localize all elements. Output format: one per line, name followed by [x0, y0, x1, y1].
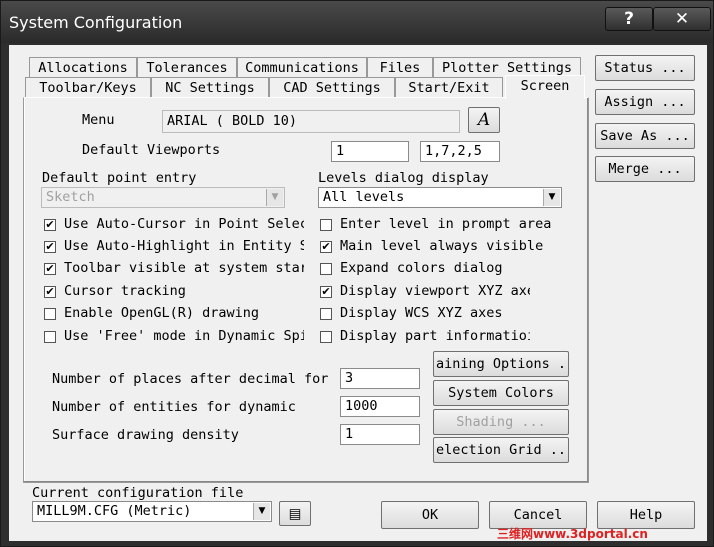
cursor-tracking-label: Cursor tracking	[64, 283, 186, 299]
title-bar[interactable]: System Configuration ? ✕	[1, 1, 713, 43]
chevron-down-icon[interactable]: ▼	[543, 189, 560, 206]
toolbar-visible-label: Toolbar visible at system star	[64, 260, 304, 276]
surface-density-input[interactable]: 1	[340, 424, 420, 445]
wcs-axes-label: Display WCS XYZ axes	[340, 305, 503, 321]
tab-allocations[interactable]: Allocations	[29, 57, 137, 77]
help-title-button[interactable]: ?	[605, 7, 653, 31]
system-colors-button[interactable]: System Colors ...	[433, 380, 569, 406]
chevron-down-icon: ▼	[266, 189, 283, 206]
training-options-button[interactable]: aining Options .	[433, 351, 569, 377]
opengl-checkbox[interactable]	[44, 308, 56, 320]
tab-start-exit[interactable]: Start/Exit	[395, 77, 503, 97]
main-level-label: Main level always visible	[340, 238, 544, 254]
part-info-label: Display part informatioi	[340, 328, 530, 344]
auto-highlight-checkbox[interactable]: ✔	[44, 241, 56, 253]
levels-dialog-select[interactable]: All levels ▼	[318, 187, 562, 208]
part-info-checkbox[interactable]	[320, 331, 332, 343]
merge-button[interactable]: Merge ...	[595, 156, 695, 182]
chevron-down-icon[interactable]: ▼	[253, 503, 270, 520]
tab-nc-settings[interactable]: NC Settings	[151, 77, 269, 97]
system-configuration-window: System Configuration ? ✕ Allocations Tol…	[0, 0, 714, 547]
tab-plotter-settings[interactable]: Plotter Settings	[433, 57, 581, 77]
auto-cursor-label: Use Auto-Cursor in Point Selec	[64, 216, 304, 232]
viewports-list-input[interactable]: 1,7,2,5	[420, 141, 500, 162]
tab-tolerances[interactable]: Tolerances	[137, 57, 237, 77]
decimal-places-label: Number of places after decimal for	[52, 371, 329, 387]
config-file-browse-button[interactable]: ▤	[279, 501, 311, 526]
tab-communications[interactable]: Communications	[237, 57, 367, 77]
shading-button: Shading ...	[433, 409, 569, 435]
config-file-label: Current configuration file	[32, 485, 244, 501]
viewport-axes-checkbox[interactable]: ✔	[320, 286, 332, 298]
default-viewports-label: Default Viewports	[82, 142, 221, 158]
ok-button[interactable]: OK	[381, 501, 479, 529]
opengl-label: Enable OpenGL(R) drawing	[64, 305, 260, 321]
window-title: System Configuration	[9, 13, 183, 32]
watermark: 三维网www.3dportal.cn	[497, 527, 648, 541]
file-list-icon: ▤	[288, 506, 302, 522]
toolbar-visible-checkbox[interactable]: ✔	[44, 263, 56, 275]
tab-cad-settings[interactable]: CAD Settings	[269, 77, 395, 97]
tab-files[interactable]: Files	[367, 57, 433, 77]
close-button[interactable]: ✕	[653, 7, 711, 31]
font-icon: A	[477, 110, 491, 130]
viewports-count-input[interactable]: 1	[331, 141, 409, 162]
main-level-checkbox[interactable]: ✔	[320, 241, 332, 253]
font-select-button[interactable]: A	[468, 107, 500, 133]
menu-font-field: ARIAL ( BOLD 10)	[162, 110, 460, 133]
auto-cursor-checkbox[interactable]: ✔	[44, 219, 56, 231]
save-as-button[interactable]: Save As ...	[595, 123, 695, 149]
dynamic-entities-input[interactable]: 1000	[340, 396, 420, 417]
expand-colors-checkbox[interactable]	[320, 263, 332, 275]
close-icon: ✕	[674, 9, 690, 29]
dynamic-entities-label: Number of entities for dynamic	[52, 399, 296, 415]
config-file-value: MILL9M.CFG (Metric)	[37, 503, 192, 519]
enter-level-label: Enter level in prompt area	[340, 216, 552, 232]
menu-label: Menu	[82, 112, 115, 128]
selection-grid-button[interactable]: election Grid ..	[433, 437, 569, 463]
free-mode-checkbox[interactable]	[44, 331, 56, 343]
viewport-axes-label: Display viewport XYZ axe	[340, 283, 530, 299]
tab-toolbar-keys[interactable]: Toolbar/Keys	[25, 77, 151, 97]
config-file-select[interactable]: MILL9M.CFG (Metric) ▼	[32, 501, 272, 522]
cursor-tracking-checkbox[interactable]: ✔	[44, 286, 56, 298]
surface-density-label: Surface drawing density	[52, 427, 239, 443]
tab-screen[interactable]: Screen	[505, 75, 585, 99]
point-entry-select: Sketch ▼	[41, 187, 285, 208]
assign-button[interactable]: Assign ...	[595, 89, 695, 115]
decimal-places-input[interactable]: 3	[340, 368, 420, 389]
status-button[interactable]: Status ...	[595, 55, 695, 81]
dialog-client: Allocations Tolerances Communications Fi…	[9, 45, 707, 541]
point-entry-value: Sketch	[46, 189, 95, 205]
levels-dialog-label: Levels dialog display	[318, 170, 489, 186]
enter-level-checkbox[interactable]	[320, 219, 332, 231]
auto-highlight-label: Use Auto-Highlight in Entity S	[64, 238, 304, 254]
levels-dialog-value: All levels	[323, 189, 405, 205]
point-entry-label: Default point entry	[42, 170, 197, 186]
expand-colors-label: Expand colors dialog	[340, 260, 503, 276]
wcs-axes-checkbox[interactable]	[320, 308, 332, 320]
free-mode-label: Use 'Free' mode in Dynamic Spi	[64, 328, 304, 344]
